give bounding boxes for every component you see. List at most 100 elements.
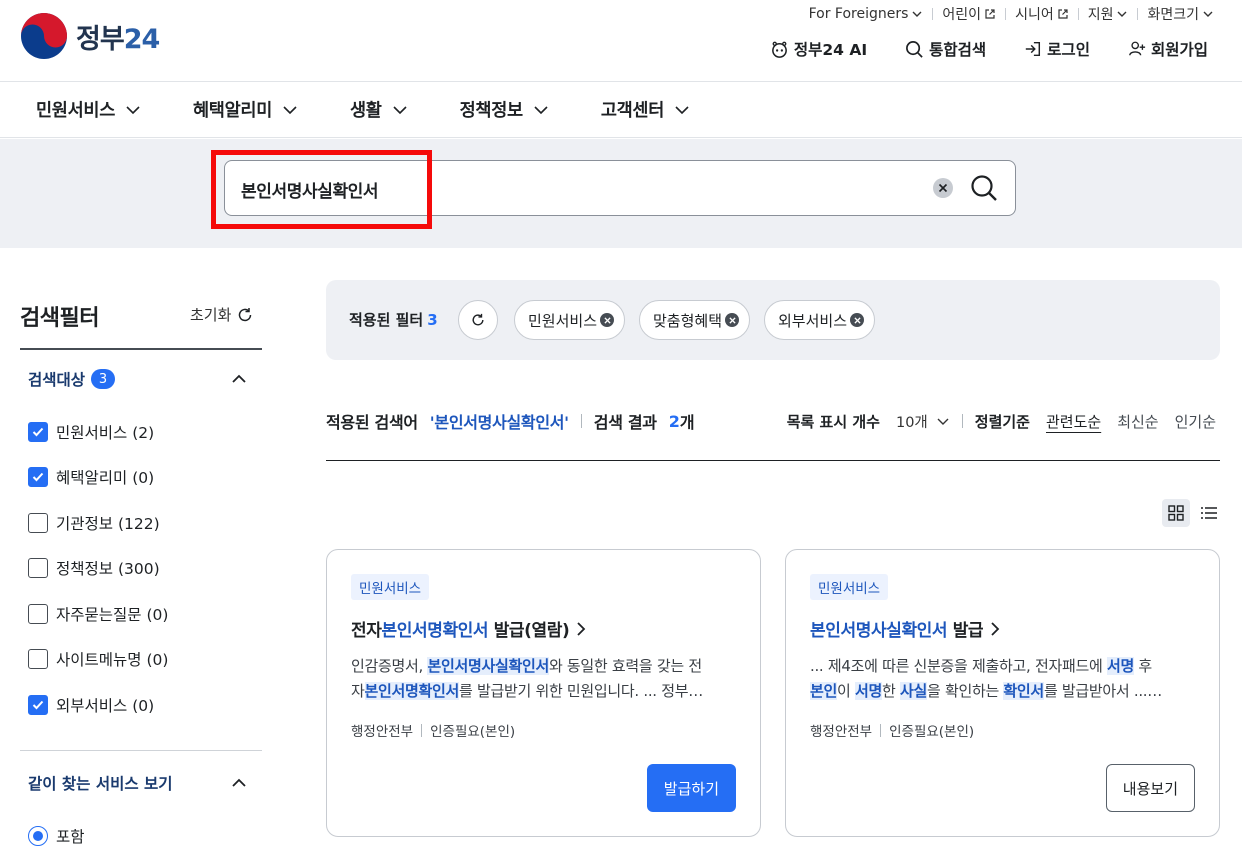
result-count: 2	[668, 411, 680, 431]
title-text: 발급	[947, 621, 984, 641]
checkbox-policy-info[interactable]: 정책정보 (300)	[28, 557, 160, 579]
sort-latest[interactable]: 최신순	[1117, 411, 1158, 432]
checkbox-faq[interactable]: 자주묻는질문 (0)	[28, 603, 168, 625]
divider	[961, 414, 963, 428]
remove-chip-button[interactable]	[725, 313, 740, 327]
gnb-item-policy-info[interactable]: 정책정보	[460, 97, 549, 122]
filter-chip-civil-service[interactable]: 민원서비스	[514, 300, 626, 340]
category-badge: 민원서비스	[810, 574, 889, 600]
filter-chip-custom-benefit[interactable]: 맞춤형혜택	[639, 300, 751, 340]
sort-popular[interactable]: 인기순	[1175, 411, 1216, 432]
add-user-icon	[1129, 41, 1146, 56]
chevron-right-icon	[577, 621, 586, 636]
annotation-highlight-box	[211, 150, 432, 229]
desc-text: 을 확인하는	[926, 682, 1004, 700]
desc-text: 를 발급받기 위한 민원입니다. ... 정부…	[459, 682, 703, 700]
chevron-down-icon	[393, 105, 407, 114]
login-label: 로그인	[1047, 41, 1090, 59]
desc-text: 와 동일한 효력을 갖는 전	[548, 657, 702, 675]
checkbox[interactable]	[28, 513, 48, 533]
divider	[421, 723, 423, 737]
title-text: 발급(열람)	[488, 621, 570, 641]
checkbox[interactable]	[28, 422, 48, 442]
grid-view-button[interactable]	[1162, 499, 1190, 527]
gnb-item-label: 혜택알리미	[193, 101, 272, 121]
checkbox-benefit-alert[interactable]: 혜택알리미 (0)	[28, 466, 154, 488]
checkbox-label: 혜택알리미 (0)	[56, 469, 155, 487]
checkbox-label: 자주묻는질문 (0)	[56, 606, 169, 624]
search-submit-button[interactable]	[969, 173, 999, 203]
chevron-right-icon	[991, 621, 1000, 636]
screen-size-label: 화면크기	[1147, 7, 1199, 23]
gnb-item-life[interactable]: 생활	[350, 97, 408, 122]
gnb-item-civil-service[interactable]: 민원서비스	[36, 97, 141, 122]
refresh-icon	[239, 307, 252, 321]
rows-per-page-select[interactable]: 10개	[896, 411, 950, 432]
result-description: 인감증명서, 본인서명사실확인서와 동일한 효력을 갖는 전 자본인서명확인서를…	[351, 654, 736, 704]
desc-highlight: 본인서명확인서	[364, 682, 460, 700]
checkbox[interactable]	[28, 558, 48, 578]
ai-button[interactable]: 정부24 AI	[770, 38, 867, 60]
filter-chip-external-service[interactable]: 외부서비스	[764, 300, 876, 340]
desc-text: 한	[882, 682, 900, 700]
radio-include[interactable]: 포함	[28, 825, 85, 847]
screen-size-menu[interactable]: 화면크기	[1138, 4, 1214, 24]
filter-section-target[interactable]: 검색대상 3	[28, 368, 262, 390]
checkbox-org-info[interactable]: 기관정보 (122)	[28, 512, 160, 534]
list-icon	[1201, 507, 1217, 519]
result-title-link[interactable]: 본인서명사실확인서 발급	[810, 616, 1001, 641]
search-icon	[971, 175, 997, 201]
login-button[interactable]: 로그인	[1024, 38, 1090, 60]
divider	[326, 460, 1220, 461]
checkbox-label: 기관정보 (122)	[56, 515, 160, 533]
divider	[880, 723, 882, 737]
radio[interactable]	[28, 826, 48, 846]
divider	[20, 750, 262, 751]
filter-title: 검색필터	[20, 306, 99, 331]
senior-link[interactable]: 시니어	[1006, 4, 1078, 24]
check-icon	[32, 472, 44, 482]
checkbox-civil-service[interactable]: 민원서비스 (2)	[28, 421, 154, 443]
desc-text: 이	[837, 682, 855, 700]
result-meta: 행정안전부 인증필요(본인)	[810, 720, 974, 740]
region-menu[interactable]: 지원	[1079, 4, 1138, 24]
checkbox-external-service[interactable]: 외부서비스 (0)	[28, 694, 154, 716]
ai-bot-icon	[771, 41, 787, 58]
clear-search-button[interactable]	[933, 178, 953, 198]
filter-reset-button[interactable]: 초기화	[190, 304, 253, 325]
checkbox-label: 외부서비스 (0)	[56, 697, 155, 715]
close-icon	[603, 316, 611, 324]
search-term-label: 적용된 검색어	[326, 413, 418, 432]
issue-button[interactable]: 발급하기	[646, 764, 736, 812]
org-name: 행정안전부	[810, 724, 873, 740]
rows-per-page-value: 10개	[895, 414, 928, 431]
divider	[20, 348, 262, 350]
title-highlight: 본인서명확인서	[381, 621, 489, 641]
result-card: 민원서비스 본인서명사실확인서 발급 ... 제4조에 따른 신분증을 제출하고…	[785, 549, 1220, 837]
chevron-down-icon	[912, 11, 922, 17]
checkbox[interactable]	[28, 467, 48, 487]
radio-dot	[33, 831, 43, 841]
remove-chip-button[interactable]	[850, 313, 865, 327]
signup-button[interactable]: 회원가입	[1128, 38, 1208, 60]
list-view-button[interactable]	[1196, 499, 1222, 527]
filter-chip-label: 외부서비스	[778, 311, 848, 330]
view-details-button[interactable]: 내용보기	[1105, 764, 1195, 812]
kids-link[interactable]: 어린이	[933, 4, 1005, 24]
logo[interactable]: 정부24	[20, 12, 160, 60]
external-link-icon	[1058, 9, 1068, 19]
remove-chip-button[interactable]	[600, 313, 615, 327]
filter-section-related[interactable]: 같이 찾는 서비스 보기	[28, 772, 262, 794]
checkbox[interactable]	[28, 649, 48, 669]
auth-requirement: 인증필요(본인)	[430, 724, 516, 740]
gnb-item-customer-center[interactable]: 고객센터	[601, 97, 690, 122]
result-title-link[interactable]: 전자본인서명확인서 발급(열람)	[351, 616, 587, 641]
reset-filters-button[interactable]	[458, 300, 498, 340]
for-foreigners-menu[interactable]: For Foreigners	[800, 6, 933, 22]
checkbox[interactable]	[28, 695, 48, 715]
sort-relevance[interactable]: 관련도순	[1046, 411, 1101, 432]
checkbox-site-menu[interactable]: 사이트메뉴명 (0)	[28, 648, 168, 670]
integrated-search-button[interactable]: 통합검색	[905, 38, 986, 60]
gnb-item-benefit-alert[interactable]: 혜택알리미	[193, 97, 298, 122]
checkbox[interactable]	[28, 604, 48, 624]
